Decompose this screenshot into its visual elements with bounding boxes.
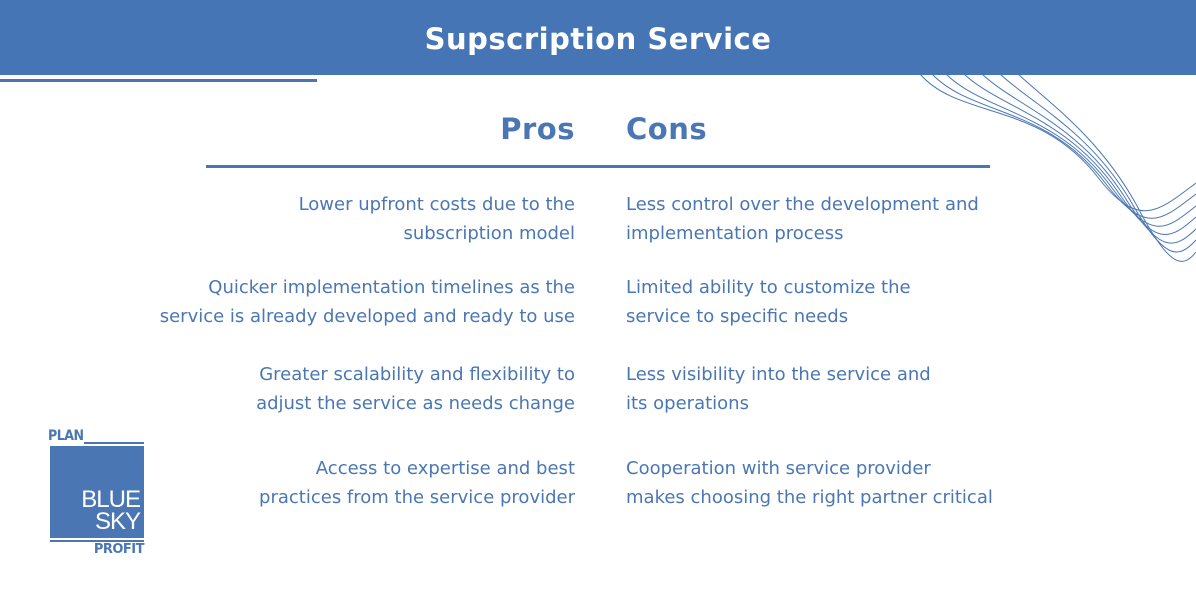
- page-title: Supscription Service: [424, 21, 772, 56]
- logo-sky-text: SKY: [94, 508, 141, 535]
- title-underline-decoration: [0, 79, 317, 82]
- pro-item: Quicker implementation timelines as the …: [159, 277, 575, 327]
- con-item: Limited ability to customize the service…: [626, 277, 911, 327]
- pro-item: Access to expertise and best practices f…: [259, 458, 575, 508]
- plan-blue-sky-profit-logo: PLAN BLUE SKY PROFIT: [48, 428, 146, 558]
- pros-heading: Pros: [500, 112, 575, 146]
- con-item: Cooperation with service provider makes …: [626, 458, 993, 508]
- logo-box: BLUE SKY: [50, 446, 144, 538]
- pro-item: Lower upfront costs due to the subscript…: [298, 194, 575, 244]
- logo-plan-text: PLAN: [48, 428, 84, 444]
- header-divider: [206, 165, 990, 168]
- logo-profit-text: PROFIT: [93, 542, 145, 557]
- con-item: Less visibility into the service and its…: [626, 364, 931, 414]
- con-item: Less control over the development and im…: [626, 194, 979, 244]
- pro-item: Greater scalability and flexibility to a…: [256, 364, 575, 414]
- logo-line: [84, 442, 144, 444]
- cons-heading: Cons: [626, 112, 708, 146]
